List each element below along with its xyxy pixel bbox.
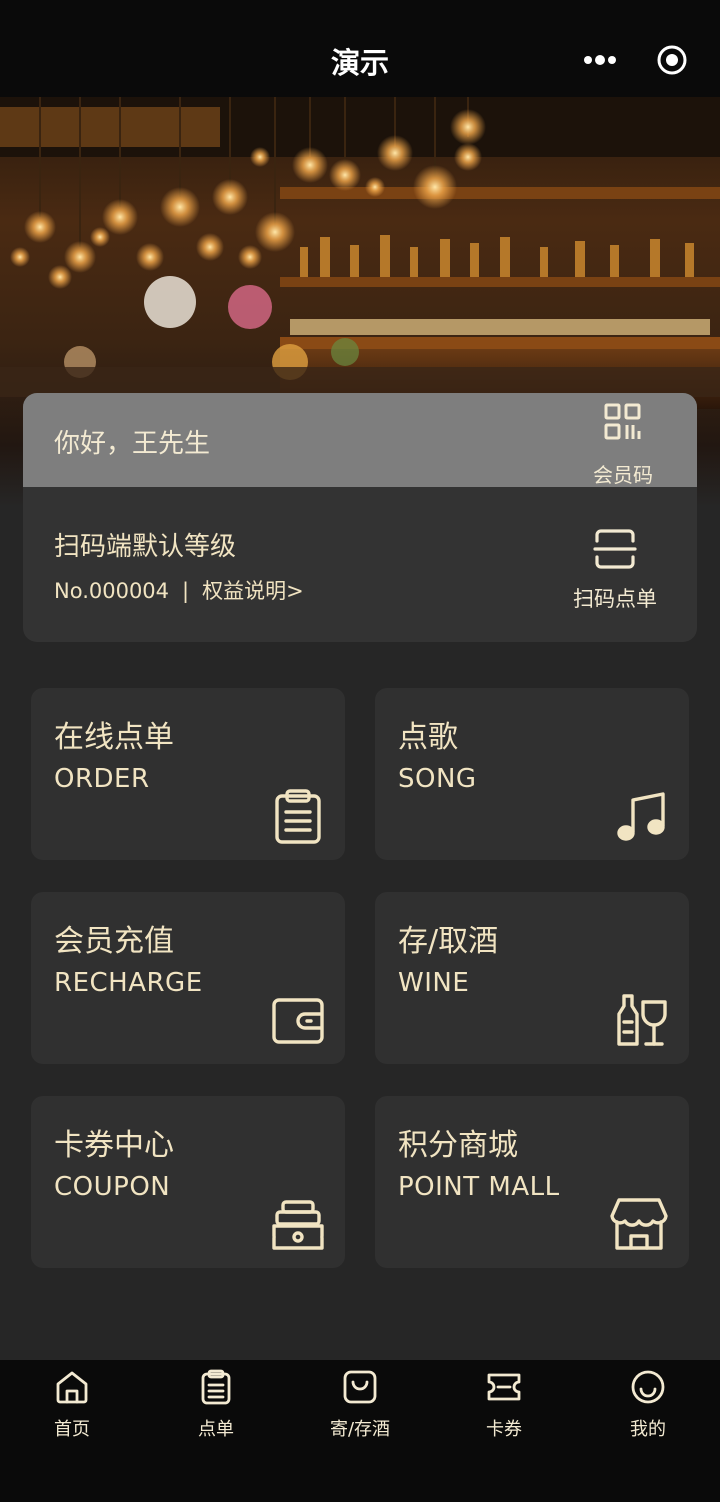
qr-code-icon [604,403,641,440]
tile-song-title: 点歌 [398,720,458,755]
scan-icon [593,529,637,569]
order-list-icon [201,1369,231,1405]
more-options-icon[interactable] [578,48,622,72]
home-icon [56,1371,88,1404]
coupon-icon [272,1200,324,1250]
bag-icon [343,1370,377,1404]
tab-store-wine[interactable]: 寄/存酒 [288,1360,432,1502]
tile-song-subtitle: SONG [398,764,477,794]
member-code-button[interactable]: 会员码 [583,403,663,487]
tile-recharge-title: 会员充值 [54,924,174,959]
clipboard-icon [275,789,321,844]
tile-point-mall-title: 积分商城 [398,1128,518,1163]
tab-coupons[interactable]: 卡券 [432,1360,576,1502]
tile-recharge[interactable]: 会员充值 RECHARGE [31,892,345,1064]
tile-coupon-subtitle: COUPON [54,1172,171,1202]
tile-coupon[interactable]: 卡券中心 COUPON [31,1096,345,1268]
tab-order[interactable]: 点单 [144,1360,288,1502]
scan-order-button[interactable]: 扫码点单 [563,523,667,615]
tile-coupon-title: 卡券中心 [54,1128,174,1163]
tile-order[interactable]: 在线点单 ORDER [31,688,345,860]
member-number-row: No.000004 | 权益说明> [54,575,304,605]
wallet-icon [272,998,324,1044]
tile-wine-title: 存/取酒 [398,924,499,959]
benefit-link[interactable]: 权益说明> [202,579,304,603]
tab-order-label: 点单 [198,1419,234,1440]
tile-order-subtitle: ORDER [54,764,150,794]
separator: | [182,579,190,603]
tile-order-title: 在线点单 [54,720,174,755]
member-code-label: 会员码 [593,463,653,487]
music-note-icon [617,792,665,841]
store-icon [610,1198,668,1250]
member-number: No.000004 [54,579,170,603]
wine-bottle-glass-icon [617,994,667,1046]
close-target-icon[interactable] [655,43,689,77]
tile-point-mall-subtitle: POINT MALL [398,1172,560,1202]
smile-icon [631,1370,665,1404]
tab-store-wine-label: 寄/存酒 [329,1419,391,1440]
greeting-text: 你好，王先生 [54,429,211,459]
tile-point-mall[interactable]: 积分商城 POINT MALL [375,1096,689,1268]
tile-recharge-subtitle: RECHARGE [54,968,203,998]
bottom-tab-bar: 首页 点单 寄/存酒 卡券 我的 [0,1360,720,1502]
ticket-icon [487,1373,521,1401]
top-nav-bar: 演示 [0,0,720,97]
tile-wine[interactable]: 存/取酒 WINE [375,892,689,1064]
tile-wine-subtitle: WINE [398,968,470,998]
member-level: 扫码端默认等级 [54,532,237,562]
tab-profile[interactable]: 我的 [576,1360,720,1502]
member-card: 你好，王先生 会员码 扫码端默认等级 No.000004 | 权益说明> 扫码点单 [23,393,697,642]
scan-order-label: 扫码点单 [573,587,657,611]
tab-home[interactable]: 首页 [0,1360,144,1502]
tab-home-label: 首页 [54,1419,90,1440]
tab-profile-label: 我的 [630,1419,666,1440]
tile-song[interactable]: 点歌 SONG [375,688,689,860]
tab-coupons-label: 卡券 [486,1419,522,1440]
